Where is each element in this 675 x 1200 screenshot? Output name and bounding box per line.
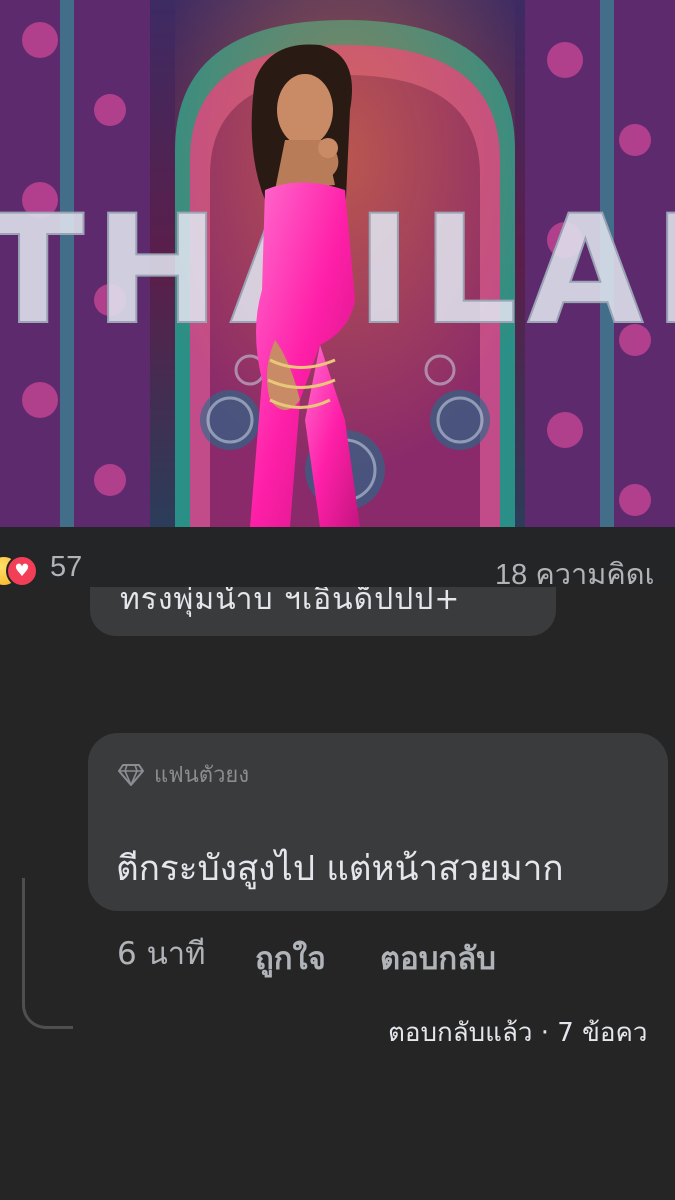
post-photo[interactable]: THAILAND bbox=[0, 0, 675, 527]
pageant-stage-image: THAILAND bbox=[0, 0, 675, 527]
comments-screen: THAILAND bbox=[0, 0, 675, 1200]
comment-bubble[interactable]: แฟนตัวยง ตีกระบังสูงไป แต่หน้าสวยมาก bbox=[88, 733, 668, 911]
reaction-count[interactable]: 57 bbox=[50, 551, 82, 584]
view-replies-link[interactable]: ตอบกลับแล้ว · 7 ข้อคว bbox=[388, 1012, 647, 1053]
top-fan-badge: แฟนตัวยง bbox=[118, 757, 249, 792]
badge-label: แฟนตัวยง bbox=[154, 763, 250, 788]
love-icon: ♥ bbox=[6, 555, 38, 587]
comment-text: ตีกระบังสูงไป แต่หน้าสวยมาก bbox=[116, 849, 564, 889]
reaction-icons[interactable]: ♥ bbox=[0, 555, 48, 587]
diamond-icon bbox=[118, 763, 144, 786]
comment-actions: 6 นาที ถูกใจ ตอบกลับ bbox=[0, 928, 675, 978]
comment-timestamp[interactable]: 6 นาที bbox=[117, 928, 206, 978]
comment-count[interactable]: 18 ความคิดเ bbox=[495, 551, 655, 597]
reply-button[interactable]: ตอบกลับ bbox=[380, 933, 496, 983]
like-button[interactable]: ถูกใจ bbox=[255, 933, 326, 983]
